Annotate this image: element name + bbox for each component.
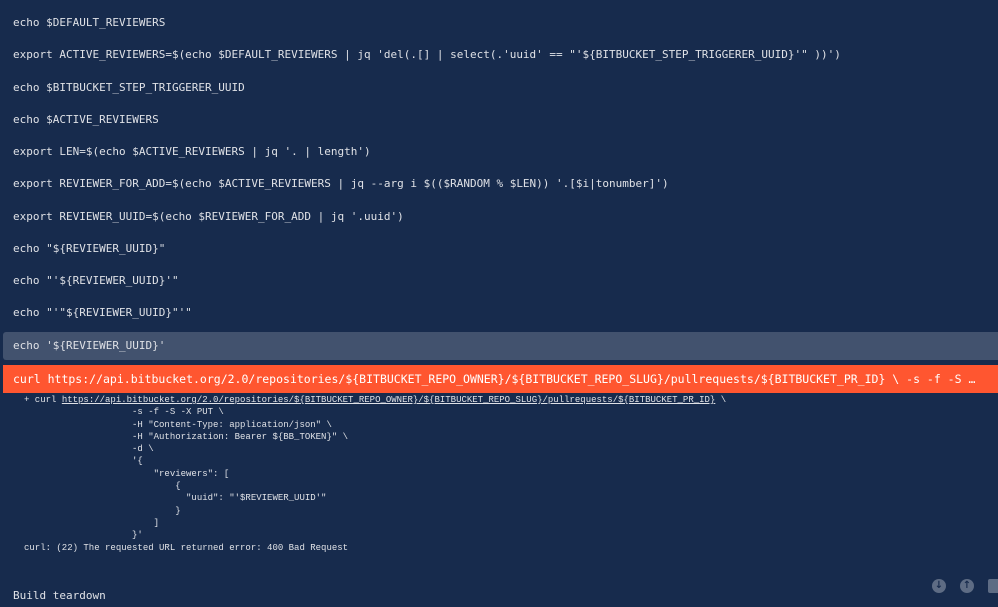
log-command[interactable]: export LEN=$(echo $ACTIVE_REVIEWERS | jq… [0, 145, 998, 158]
log-command[interactable]: echo "${REVIEWER_UUID}" [0, 242, 998, 255]
output-line: -H "Content-Type: application/json" \ [24, 419, 332, 430]
log-command[interactable]: echo $ACTIVE_REVIEWERS [0, 113, 998, 126]
build-teardown-step[interactable]: Build teardown [13, 589, 106, 602]
command-output: + curl https://api.bitbucket.org/2.0/rep… [24, 394, 726, 554]
output-line: ] [24, 517, 160, 528]
output-line: }' [24, 530, 143, 541]
log-command[interactable]: echo $DEFAULT_REVIEWERS [0, 16, 998, 29]
output-line: "reviewers": [ [24, 468, 230, 479]
output-line: '{ [24, 456, 143, 467]
log-command[interactable]: export ACTIVE_REVIEWERS=$(echo $DEFAULT_… [0, 48, 998, 61]
log-command[interactable]: export REVIEWER_UUID=$(echo $REVIEWER_FO… [0, 210, 998, 223]
output-url-suffix: \ [715, 395, 727, 405]
expand-icon[interactable] [988, 579, 998, 593]
log-command[interactable]: echo $BITBUCKET_STEP_TRIGGERER_UUID [0, 81, 998, 94]
output-line: "uuid": "'$REVIEWER_UUID'" [24, 493, 327, 504]
output-error-line: curl: (22) The requested URL returned er… [24, 542, 349, 553]
output-prefix: + curl [24, 395, 62, 405]
log-command-selected[interactable]: echo '${REVIEWER_UUID}' [3, 332, 998, 360]
output-line: -d \ [24, 444, 154, 455]
output-line: } [24, 505, 181, 516]
output-line: { [24, 481, 181, 492]
output-line: -H "Authorization: Bearer ${BB_TOKEN}" \ [24, 431, 349, 442]
log-command[interactable]: echo "'${REVIEWER_UUID}'" [0, 274, 998, 287]
output-line: -s -f -S -X PUT \ [24, 407, 224, 418]
output-url-link[interactable]: https://api.bitbucket.org/2.0/repositori… [62, 395, 716, 405]
log-command[interactable]: echo "'"${REVIEWER_UUID}"'" [0, 306, 998, 319]
failed-command[interactable]: curl https://api.bitbucket.org/2.0/repos… [3, 365, 998, 393]
scroll-to-top-icon[interactable]: ↑ [960, 579, 974, 593]
log-command[interactable]: export REVIEWER_FOR_ADD=$(echo $ACTIVE_R… [0, 177, 998, 190]
scroll-to-bottom-icon[interactable]: ↓ [932, 579, 946, 593]
build-log: echo $DEFAULT_REVIEWERS export ACTIVE_RE… [0, 0, 998, 607]
